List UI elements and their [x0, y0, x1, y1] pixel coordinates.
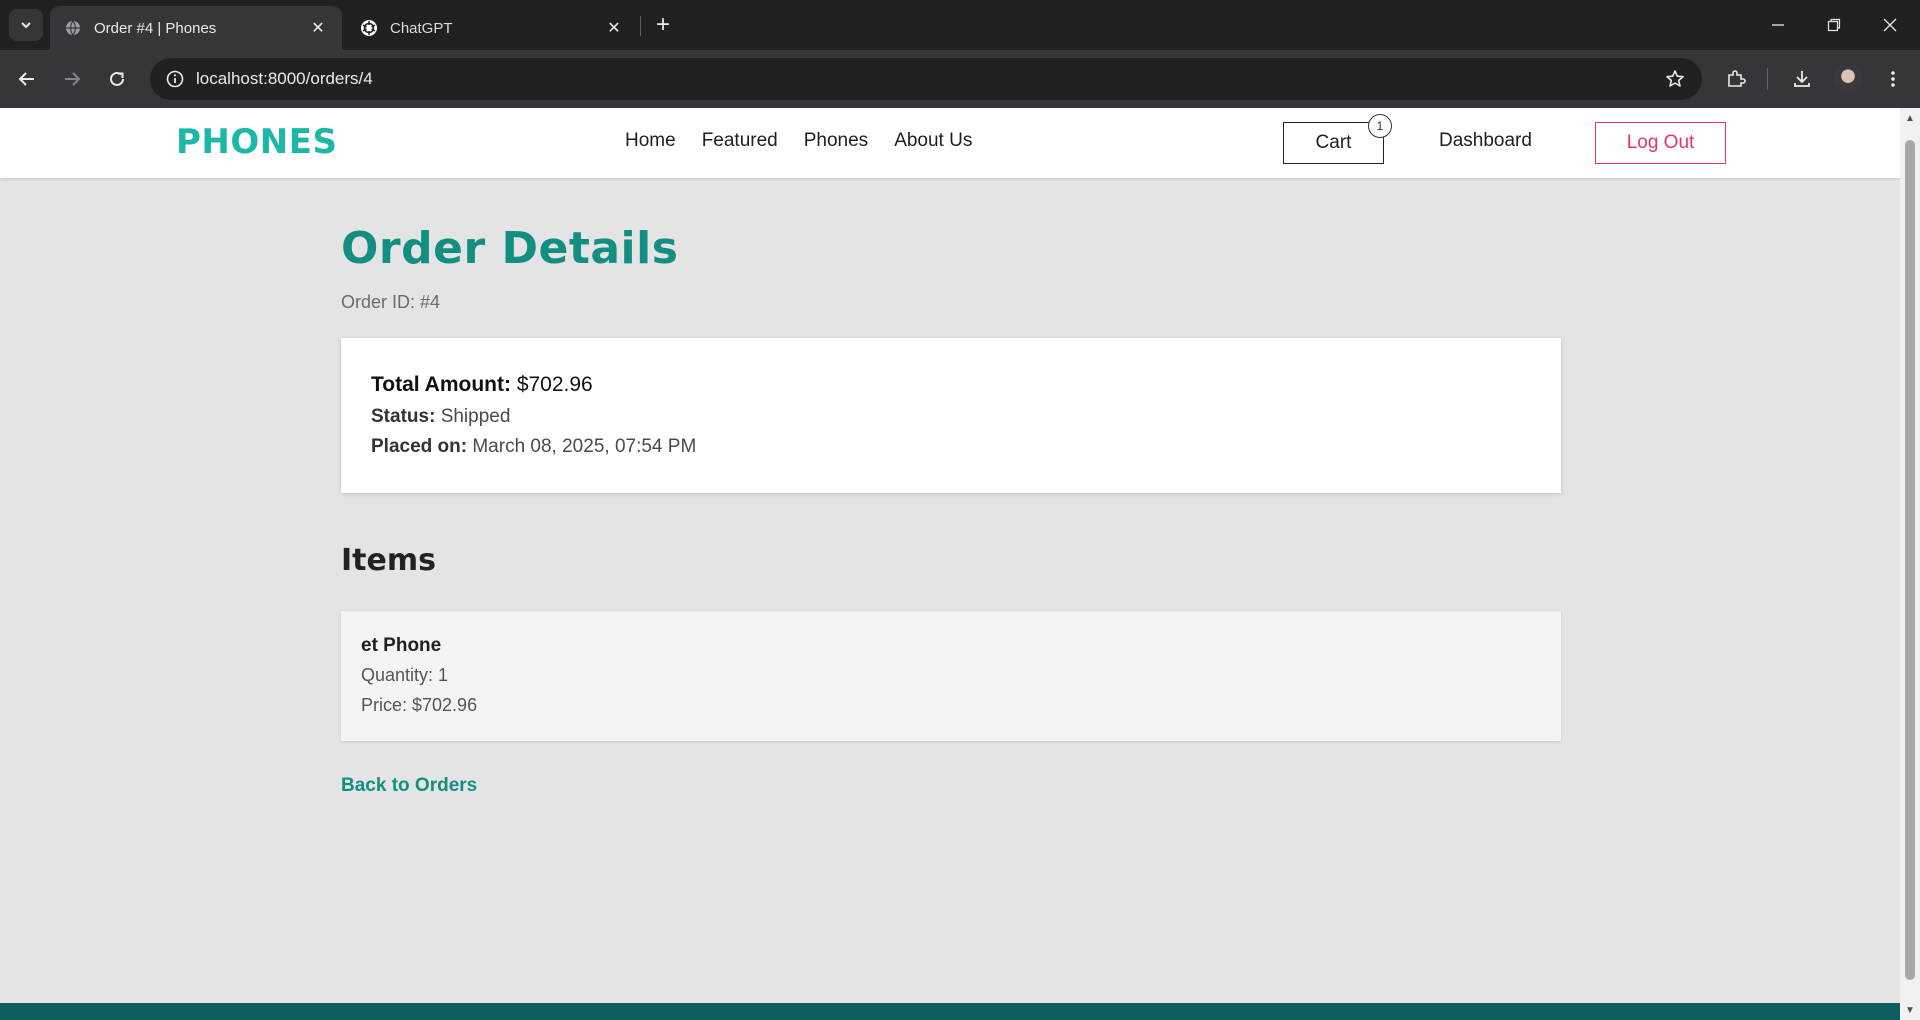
tab-order-4[interactable]: Order #4 | Phones ✕: [50, 6, 342, 50]
nav-about-us[interactable]: About Us: [894, 130, 972, 152]
page-title: Order Details: [341, 223, 679, 274]
back-arrow-icon[interactable]: [11, 63, 43, 95]
reload-icon[interactable]: [101, 63, 133, 95]
order-summary-card: Total Amount: $702.96 Status: Shipped Pl…: [341, 338, 1561, 493]
item-quantity: Quantity: 1: [361, 665, 449, 685]
site-info-icon[interactable]: [160, 64, 190, 94]
status-label: Status:: [371, 406, 436, 427]
total-amount-label: Total Amount:: [371, 373, 511, 396]
minimize-icon[interactable]: [1750, 0, 1806, 50]
address-bar[interactable]: localhost:8000/orders/4: [150, 58, 1702, 100]
back-to-orders-link[interactable]: Back to Orders: [341, 775, 477, 797]
new-tab-button[interactable]: +: [648, 10, 678, 40]
nav-featured[interactable]: Featured: [702, 130, 778, 152]
tab-search-button[interactable]: [9, 9, 43, 41]
order-status: Status: Shipped: [371, 406, 510, 428]
status-value: Shipped: [440, 406, 511, 427]
browser-tab-bar: Order #4 | Phones ✕ ChatGPT ✕ +: [0, 0, 1920, 50]
cart-count-badge: 1: [1368, 114, 1392, 138]
item-name: et Phone: [361, 635, 442, 656]
forward-arrow-icon[interactable]: [56, 63, 88, 95]
tab-separator: [640, 16, 641, 36]
tab-chatgpt[interactable]: ChatGPT ✕: [346, 6, 638, 50]
page-scrollbar[interactable]: ▲ ▼: [1900, 108, 1920, 1020]
placed-on-label: Placed on:: [371, 436, 468, 457]
main-nav: Home Featured Phones About Us: [625, 130, 972, 152]
tab-title: ChatGPT: [390, 19, 453, 37]
page-viewport: PHONES Home Featured Phones About Us Car…: [0, 108, 1900, 1020]
tab-title: Order #4 | Phones: [94, 19, 217, 37]
window-close-icon[interactable]: [1862, 0, 1918, 50]
nav-home[interactable]: Home: [625, 130, 676, 152]
scrollbar-thumb[interactable]: [1905, 140, 1915, 980]
order-id: Order ID: #4: [341, 292, 441, 312]
toolbar-separator: [1767, 68, 1768, 90]
browser-toolbar: localhost:8000/orders/4: [0, 50, 1920, 108]
close-icon[interactable]: ✕: [308, 18, 328, 38]
placed-on-value: March 08, 2025, 07:54 PM: [472, 436, 697, 457]
site-logo[interactable]: PHONES: [176, 122, 337, 162]
site-header: PHONES Home Featured Phones About Us Car…: [0, 108, 1900, 178]
chevron-down-icon: [21, 22, 31, 29]
nav-phones[interactable]: Phones: [804, 130, 868, 152]
profile-avatar[interactable]: [1834, 65, 1862, 93]
bookmark-star-icon[interactable]: [1662, 66, 1688, 92]
scroll-up-arrow-icon[interactable]: ▲: [1904, 112, 1916, 124]
scroll-down-arrow-icon[interactable]: ▼: [1904, 1004, 1916, 1016]
logout-button[interactable]: Log Out: [1595, 122, 1726, 164]
total-amount: Total Amount: $702.96: [371, 373, 593, 397]
close-icon[interactable]: ✕: [604, 18, 624, 38]
total-amount-value: $702.96: [516, 373, 593, 396]
openai-icon: [360, 19, 378, 37]
dashboard-link[interactable]: Dashboard: [1439, 130, 1532, 152]
extensions-icon[interactable]: [1720, 63, 1752, 95]
site-footer: [0, 1003, 1900, 1020]
restore-icon[interactable]: [1806, 0, 1862, 50]
url-text: localhost:8000/orders/4: [196, 69, 373, 88]
download-icon[interactable]: [1786, 63, 1818, 95]
item-price: Price: $702.96: [361, 695, 478, 715]
items-heading: Items: [341, 543, 436, 578]
list-item: et Phone Quantity: 1 Price: $702.96: [341, 611, 1561, 741]
placed-on: Placed on: March 08, 2025, 07:54 PM: [371, 436, 696, 458]
kebab-menu-icon[interactable]: [1877, 63, 1909, 95]
globe-icon: [64, 19, 82, 37]
